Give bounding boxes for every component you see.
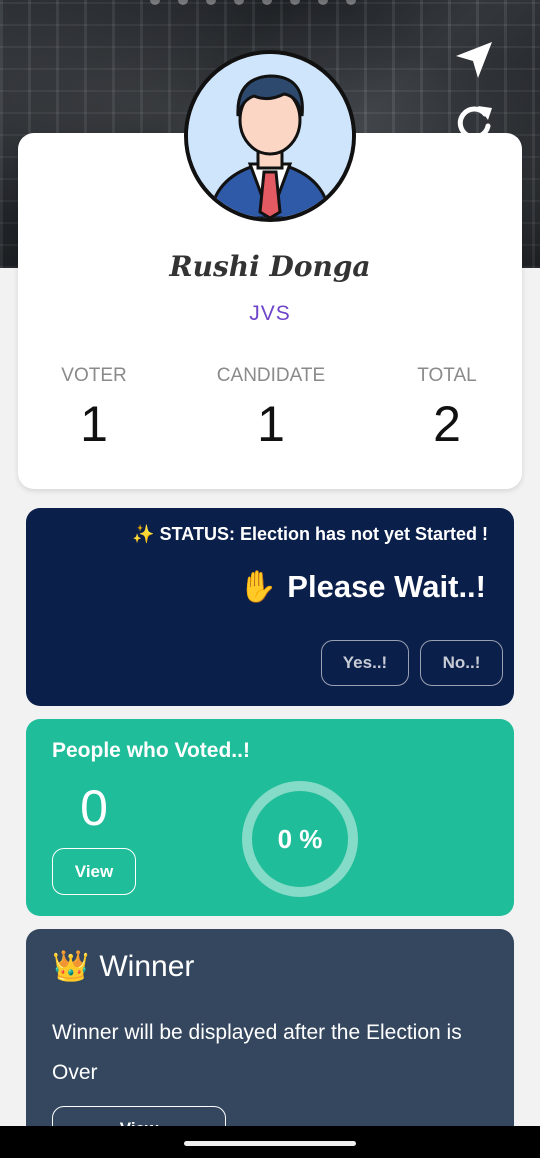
stat-label: TOTAL <box>417 365 477 386</box>
stat-label: VOTER <box>61 365 127 386</box>
people-voted-card: People who Voted..! 0 View 0 % <box>26 719 514 916</box>
avatar <box>184 50 356 222</box>
winner-title: 👑 Winner <box>52 949 194 984</box>
yes-button[interactable]: Yes..! <box>321 640 409 686</box>
profile-name: Rushi Donga <box>169 250 371 283</box>
stat-voter: VOTER 1 <box>14 365 174 453</box>
stat-candidate: CANDIDATE 1 <box>191 365 351 453</box>
stat-value: 1 <box>80 396 108 452</box>
election-status-card: ✨ STATUS: Election has not yet Started !… <box>26 508 514 706</box>
status-bar <box>150 0 390 8</box>
progress-percent: 0 % <box>277 823 323 854</box>
headline-text: Please Wait..! <box>287 568 486 604</box>
stat-total: TOTAL 2 <box>367 365 527 453</box>
stat-value: 2 <box>433 396 461 452</box>
winner-title-text: Winner <box>99 949 195 983</box>
navigation-arrow-icon[interactable] <box>452 38 496 82</box>
profile-organization: JVS <box>249 302 291 325</box>
stat-value: 1 <box>257 396 285 452</box>
winner-card: 👑 Winner Winner will be displayed after … <box>26 929 514 1158</box>
system-navigation-bar <box>0 1126 540 1158</box>
status-headline: ✋ Please Wait..! <box>239 568 486 605</box>
stat-label: CANDIDATE <box>216 365 326 386</box>
raised-hand-icon: ✋ <box>238 569 278 604</box>
no-button[interactable]: No..! <box>420 640 503 686</box>
status-message: ✨ STATUS: Election has not yet Started ! <box>132 524 488 544</box>
home-indicator[interactable] <box>184 1141 356 1146</box>
crown-icon: 👑 <box>52 950 90 983</box>
voted-count: 0 <box>80 780 108 836</box>
view-voters-button[interactable]: View <box>52 848 136 895</box>
voted-title: People who Voted..! <box>52 739 250 762</box>
winner-description: Winner will be displayed after the Elect… <box>52 1021 462 1084</box>
